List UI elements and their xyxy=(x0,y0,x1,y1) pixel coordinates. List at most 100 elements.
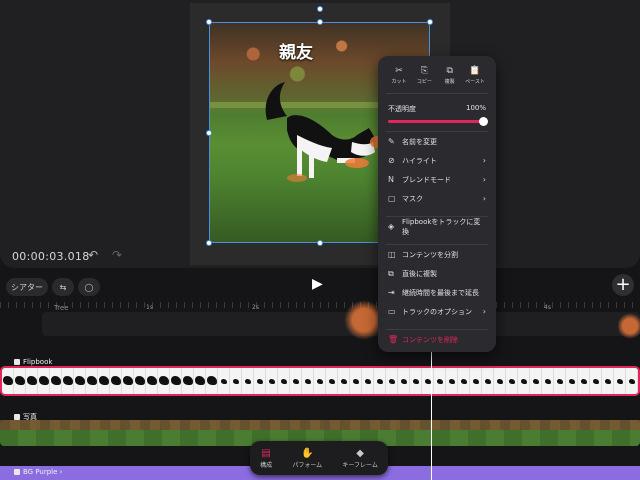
menu-item[interactable]: ⧉ 直後に複製 xyxy=(378,264,496,283)
flipbook-frame[interactable] xyxy=(122,368,134,394)
flipbook-frame[interactable] xyxy=(494,368,506,394)
flipbook-frame[interactable] xyxy=(74,368,86,394)
menu-item[interactable]: ⊘ ハイライト › xyxy=(378,151,496,170)
dog-thumbnail xyxy=(195,376,205,385)
flipbook-frame[interactable] xyxy=(350,368,362,394)
dog-thumbnail xyxy=(413,379,419,384)
menu-item[interactable]: ◫ コンテンツを分割 xyxy=(378,245,496,264)
menu-item[interactable]: ✎ 名前を変更 xyxy=(378,132,496,151)
flipbook-frame[interactable] xyxy=(398,368,410,394)
resize-handle[interactable] xyxy=(206,130,212,136)
flipbook-frame[interactable] xyxy=(134,368,146,394)
keyframe-icon: ◆ xyxy=(356,447,364,459)
add-icon[interactable]: + xyxy=(612,274,634,296)
flipbook-frame[interactable] xyxy=(50,368,62,394)
flipbook-frame[interactable] xyxy=(194,368,206,394)
purple-track-header[interactable]: BG Purple › xyxy=(14,468,62,476)
flipbook-frame[interactable] xyxy=(482,368,494,394)
flipbook-frame[interactable] xyxy=(386,368,398,394)
flipbook-frame[interactable] xyxy=(446,368,458,394)
tree-track-label: Tree xyxy=(54,304,69,312)
flipbook-frame[interactable] xyxy=(566,368,578,394)
flipbook-frame[interactable] xyxy=(62,368,74,394)
flipbook-frame[interactable] xyxy=(422,368,434,394)
paste-button[interactable]: 📋 ペースト xyxy=(464,66,486,85)
flipbook-frame[interactable] xyxy=(554,368,566,394)
keyframe-tab[interactable]: ◆ キーフレーム xyxy=(342,448,377,469)
flipbook-frame[interactable] xyxy=(326,368,338,394)
playhead[interactable] xyxy=(431,340,432,480)
rotate-handle[interactable] xyxy=(317,6,323,12)
flipbook-frame[interactable] xyxy=(626,368,638,394)
flipbook-frame[interactable] xyxy=(578,368,590,394)
opacity-slider-knob[interactable] xyxy=(479,117,488,126)
flipbook-frame[interactable] xyxy=(458,368,470,394)
tree-track[interactable] xyxy=(42,312,640,336)
theater-button[interactable]: シアター xyxy=(6,278,48,296)
flipbook-frame[interactable] xyxy=(38,368,50,394)
resize-handle[interactable] xyxy=(317,19,323,25)
flipbook-frame[interactable] xyxy=(2,368,14,394)
flipbook-frame[interactable] xyxy=(290,368,302,394)
flipbook-frame[interactable] xyxy=(590,368,602,394)
resize-handle[interactable] xyxy=(427,19,433,25)
flipbook-frame[interactable] xyxy=(266,368,278,394)
flipbook-frame[interactable] xyxy=(26,368,38,394)
flipbook-frame[interactable] xyxy=(230,368,242,394)
flipbook-frame[interactable] xyxy=(278,368,290,394)
menu-item[interactable]: ▭ トラックのオプション › xyxy=(378,302,496,321)
flipbook-frame[interactable] xyxy=(338,368,350,394)
flipbook-frame[interactable] xyxy=(362,368,374,394)
blend-icon: N xyxy=(388,175,394,184)
flipbook-frame[interactable] xyxy=(410,368,422,394)
flipbook-frame[interactable] xyxy=(182,368,194,394)
flipbook-frame[interactable] xyxy=(530,368,542,394)
flipbook-frame[interactable] xyxy=(614,368,626,394)
menu-item[interactable]: ⇥ 継続時間を最後まで延長 xyxy=(378,283,496,302)
opacity-slider[interactable] xyxy=(388,117,488,126)
redo-icon[interactable]: ↷ xyxy=(112,248,122,262)
flipbook-frame[interactable] xyxy=(158,368,170,394)
flipbook-frame[interactable] xyxy=(86,368,98,394)
resize-handle[interactable] xyxy=(206,19,212,25)
menu-item[interactable]: N ブレンドモード › xyxy=(378,170,496,189)
flipbook-track[interactable] xyxy=(0,366,640,396)
flipbook-frame[interactable] xyxy=(374,368,386,394)
flipbook-frame[interactable] xyxy=(242,368,254,394)
flipbook-frame[interactable] xyxy=(170,368,182,394)
flipbook-frame[interactable] xyxy=(254,368,266,394)
flipbook-frame[interactable] xyxy=(434,368,446,394)
flipbook-frame[interactable] xyxy=(518,368,530,394)
play-icon[interactable]: ▶ xyxy=(312,276,323,292)
compose-tab[interactable]: ▤ 構成 xyxy=(260,448,272,469)
flipbook-frame[interactable] xyxy=(470,368,482,394)
flipbook-frame[interactable] xyxy=(14,368,26,394)
flipbook-frame[interactable] xyxy=(206,368,218,394)
flipbook-frame[interactable] xyxy=(218,368,230,394)
resize-handle[interactable] xyxy=(206,240,212,246)
flipbook-frame[interactable] xyxy=(98,368,110,394)
track-split-icon[interactable]: ⇆ xyxy=(52,278,74,296)
checkbox-icon[interactable] xyxy=(14,469,20,475)
flipbook-frame[interactable] xyxy=(146,368,158,394)
dog-thumbnail xyxy=(617,379,623,384)
flipbook-frame[interactable] xyxy=(542,368,554,394)
menu-item[interactable]: ◈ Flipbookをトラックに変換 xyxy=(378,217,496,236)
cut-button[interactable]: ✂ カット xyxy=(388,66,410,85)
undo-icon[interactable]: ↶ xyxy=(88,248,98,262)
copy-button[interactable]: ⎘ コピー xyxy=(413,66,435,85)
perform-tab[interactable]: ✋ パフォーム xyxy=(292,448,322,469)
flipbook-frame[interactable] xyxy=(110,368,122,394)
duplicate-button[interactable]: ⧉ 複製 xyxy=(439,66,461,85)
flipbook-frame[interactable] xyxy=(302,368,314,394)
flipbook-frame[interactable] xyxy=(314,368,326,394)
menu-item[interactable]: ▢ マスク › xyxy=(378,189,496,208)
comment-icon[interactable]: ◯ xyxy=(78,278,100,296)
flipbook-track-header[interactable]: Flipbook xyxy=(14,358,52,366)
canvas-area[interactable]: 親友 00:00:03.018 ↶ ↷ xyxy=(0,0,640,268)
flipbook-frame[interactable] xyxy=(506,368,518,394)
checkbox-icon[interactable] xyxy=(14,359,20,365)
flipbook-frame[interactable] xyxy=(602,368,614,394)
resize-handle[interactable] xyxy=(317,240,323,246)
delete-content-item[interactable]: 🗑 コンテンツを削除 xyxy=(378,330,496,349)
